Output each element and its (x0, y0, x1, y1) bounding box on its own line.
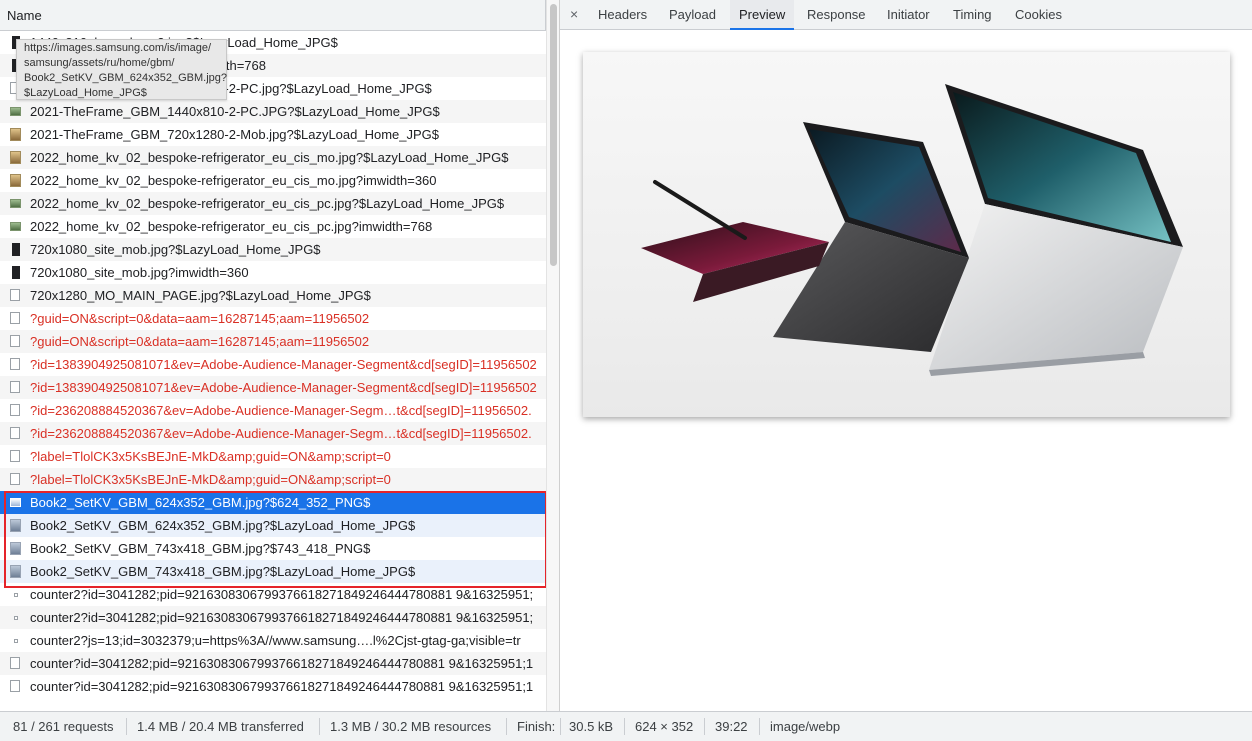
request-row-failed[interactable]: ?label=TlolCK3x5KsBEJnE-MkD&amp;guid=ON&… (0, 445, 546, 468)
request-row-failed[interactable]: ?guid=ON&script=0&data=aam=16287145;aam=… (0, 307, 546, 330)
details-tab-bar: × Headers Payload Preview Response Initi… (560, 0, 1252, 30)
divider (704, 718, 705, 735)
tab-headers[interactable]: Headers (598, 0, 647, 30)
document-icon (10, 404, 20, 416)
request-row[interactable]: 2022_home_kv_02_bespoke-refrigerator_eu_… (0, 146, 546, 169)
divider (126, 718, 127, 735)
transferred-size: 1.4 MB / 20.4 MB transferred (137, 719, 304, 734)
request-row[interactable]: 2021-TheFrame_GBM_1440x810-2-PC.JPG?$Laz… (0, 100, 546, 123)
image-icon (10, 222, 21, 231)
scrollbar-thumb[interactable] (550, 4, 557, 266)
document-icon (10, 335, 20, 347)
request-row[interactable]: counter2?id=3041282;pid=9216308306799376… (0, 606, 546, 629)
request-row[interactable]: Book2_SetKV_GBM_624x352_GBM.jpg?$LazyLoa… (0, 514, 546, 537)
document-icon (10, 312, 20, 324)
document-icon (10, 289, 20, 301)
divider (560, 718, 561, 735)
image-icon (10, 542, 21, 555)
document-icon (10, 381, 20, 393)
image-icon (10, 565, 21, 578)
close-icon[interactable]: × (570, 6, 578, 22)
request-row-selected[interactable]: Book2_SetKV_GBM_624x352_GBM.jpg?$624_352… (0, 491, 546, 514)
resources-size: 1.3 MB / 30.2 MB resources (330, 719, 492, 734)
image-preview (583, 52, 1230, 417)
request-list-scrollbar[interactable] (546, 0, 559, 711)
request-list-pane: Name 1440x810_bespoke_v2.jpg?$LazyLoad_H… (0, 0, 560, 711)
image-icon (10, 498, 21, 507)
laptops-illustration (641, 84, 1183, 376)
image-icon (10, 107, 21, 116)
request-row[interactable]: counter2?js=13;id=3032379;u=https%3A//ww… (0, 629, 546, 652)
request-row[interactable]: 720x1280_MO_MAIN_PAGE.jpg?$LazyLoad_Home… (0, 284, 546, 307)
tab-payload[interactable]: Payload (669, 0, 716, 30)
tab-cookies[interactable]: Cookies (1015, 0, 1062, 30)
tab-response[interactable]: Response (807, 0, 866, 30)
status-bar: 81 / 261 requests 1.4 MB / 20.4 MB trans… (0, 711, 1252, 741)
dot-icon (14, 593, 18, 597)
request-row[interactable]: Book2_SetKV_GBM_743x418_GBM.jpg?$LazyLoa… (0, 560, 546, 583)
document-icon (10, 427, 20, 439)
request-row-failed[interactable]: ?id=236208884520367&ev=Adobe-Audience-Ma… (0, 399, 546, 422)
request-row[interactable]: 2022_home_kv_02_bespoke-refrigerator_eu_… (0, 215, 546, 238)
image-icon (10, 151, 21, 164)
name-column-label: Name (7, 8, 42, 23)
dot-icon (14, 639, 18, 643)
request-row-failed[interactable]: ?id=1383904925081071&ev=Adobe-Audience-M… (0, 353, 546, 376)
document-icon (10, 473, 20, 485)
request-row[interactable]: 720x1080_site_mob.jpg?$LazyLoad_Home_JPG… (0, 238, 546, 261)
request-row[interactable]: 2022_home_kv_02_bespoke-refrigerator_eu_… (0, 169, 546, 192)
request-row-failed[interactable]: ?label=TlolCK3x5KsBEJnE-MkD&amp;guid=ON&… (0, 468, 546, 491)
image-icon (12, 243, 20, 256)
image-icon (10, 519, 21, 532)
request-row[interactable]: 2022_home_kv_02_bespoke-refrigerator_eu_… (0, 192, 546, 215)
request-row[interactable]: counter?id=3041282;pid=92163083067993766… (0, 652, 546, 675)
divider (506, 718, 507, 735)
tab-timing[interactable]: Timing (953, 0, 992, 30)
finish-time-label: Finish: (517, 719, 556, 734)
request-row-failed[interactable]: ?guid=ON&script=0&data=aam=16287145;aam=… (0, 330, 546, 353)
requests-count: 81 / 261 requests (13, 719, 114, 734)
document-icon (10, 358, 20, 370)
divider (319, 718, 320, 735)
request-rows: 1440x810_bespoke_v2.jpg?$LazyLoad_Home_J… (0, 31, 546, 698)
request-row-failed[interactable]: ?id=1383904925081071&ev=Adobe-Audience-M… (0, 376, 546, 399)
image-icon (10, 174, 21, 187)
document-icon (10, 680, 20, 692)
request-row[interactable]: 2021-TheFrame_GBM_720x1280-2-Mob.jpg?$La… (0, 123, 546, 146)
image-icon (12, 266, 20, 279)
tab-initiator[interactable]: Initiator (887, 0, 930, 30)
url-tooltip: https://images.samsung.com/is/image/sams… (16, 39, 227, 100)
image-icon (10, 199, 21, 208)
request-row-failed[interactable]: ?id=236208884520367&ev=Adobe-Audience-Ma… (0, 422, 546, 445)
document-icon (10, 450, 20, 462)
image-mime-type: image/webp (770, 719, 841, 734)
request-row[interactable]: counter?id=3041282;pid=92163083067993766… (0, 675, 546, 698)
name-column-header[interactable]: Name (0, 0, 546, 31)
image-aspect-ratio: 39:22 (715, 719, 748, 734)
image-dimensions: 624 × 352 (635, 719, 694, 734)
request-details-pane: × Headers Payload Preview Response Initi… (560, 0, 1252, 711)
request-row[interactable]: Book2_SetKV_GBM_743x418_GBM.jpg?$743_418… (0, 537, 546, 560)
request-row[interactable]: counter2?id=3041282;pid=9216308306799376… (0, 583, 546, 606)
dot-icon (14, 616, 18, 620)
divider (624, 718, 625, 735)
document-icon (10, 657, 20, 669)
image-icon (10, 128, 21, 141)
request-row[interactable]: 720x1080_site_mob.jpg?imwidth=360 (0, 261, 546, 284)
image-size: 30.5 kB (569, 719, 614, 734)
tab-preview[interactable]: Preview (730, 0, 795, 30)
divider (759, 718, 760, 735)
